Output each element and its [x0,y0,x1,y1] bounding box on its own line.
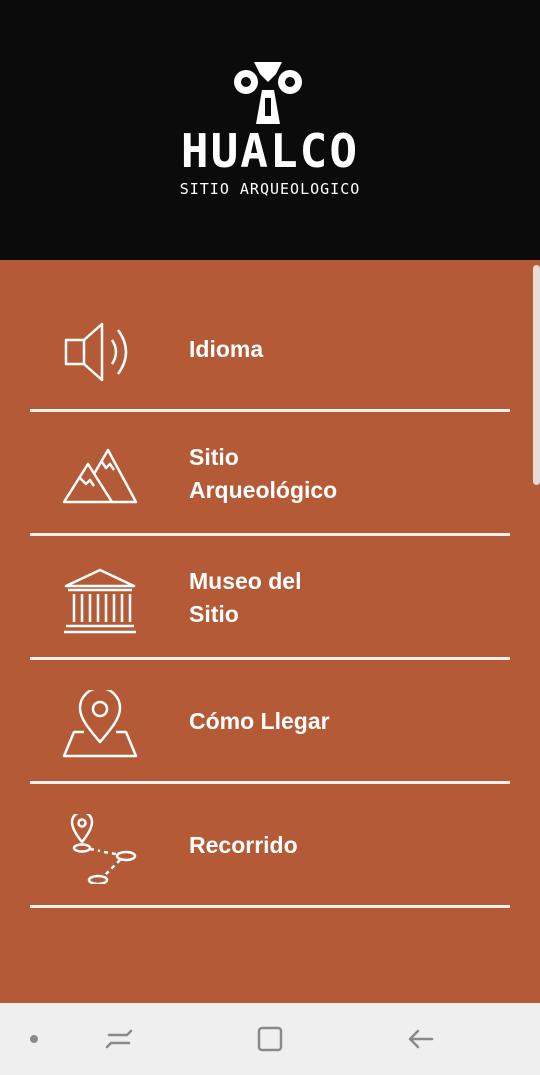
dot-indicator-icon [30,1035,38,1043]
speaker-icon [64,322,128,382]
divider [30,657,510,660]
divider [30,533,510,536]
brand-title: HUALCO [180,124,360,178]
museum-icon [64,568,136,634]
map-pin-icon [62,690,138,758]
menu-item-label: Museo del Sitio [189,567,302,627]
menu-item-label: Sitio Arqueológico [189,443,338,503]
menu-item-label: Recorrido [189,832,298,858]
divider [30,905,510,908]
brand-subtitle: SITIO ARQUEOLOGICO [179,180,361,198]
menu-item-recorrido[interactable]: Recorrido [30,786,510,908]
back-icon[interactable] [402,1021,438,1057]
main-menu: Idioma Sitio Arqueológico Museo del Siti… [0,260,540,1003]
route-icon [70,814,137,884]
menu-item-museo-del-sitio[interactable]: Museo del Sitio [30,538,510,660]
divider [30,409,510,412]
menu-item-idioma[interactable]: Idioma [30,290,510,412]
app-header: HUALCO SITIO ARQUEOLOGICO [0,0,540,260]
recent-apps-icon[interactable] [101,1021,137,1057]
menu-item-label: Idioma [189,336,264,362]
menu-item-label: Cómo Llegar [189,708,330,734]
menu-item-como-llegar[interactable]: Cómo Llegar [30,662,510,784]
divider [30,781,510,784]
mountains-icon [62,448,138,504]
menu-item-sitio-arqueologico[interactable]: Sitio Arqueológico [30,414,510,536]
home-icon[interactable] [252,1021,288,1057]
scrollbar[interactable] [533,265,540,485]
system-navbar [0,1003,540,1075]
hualco-logo-icon [234,62,302,124]
